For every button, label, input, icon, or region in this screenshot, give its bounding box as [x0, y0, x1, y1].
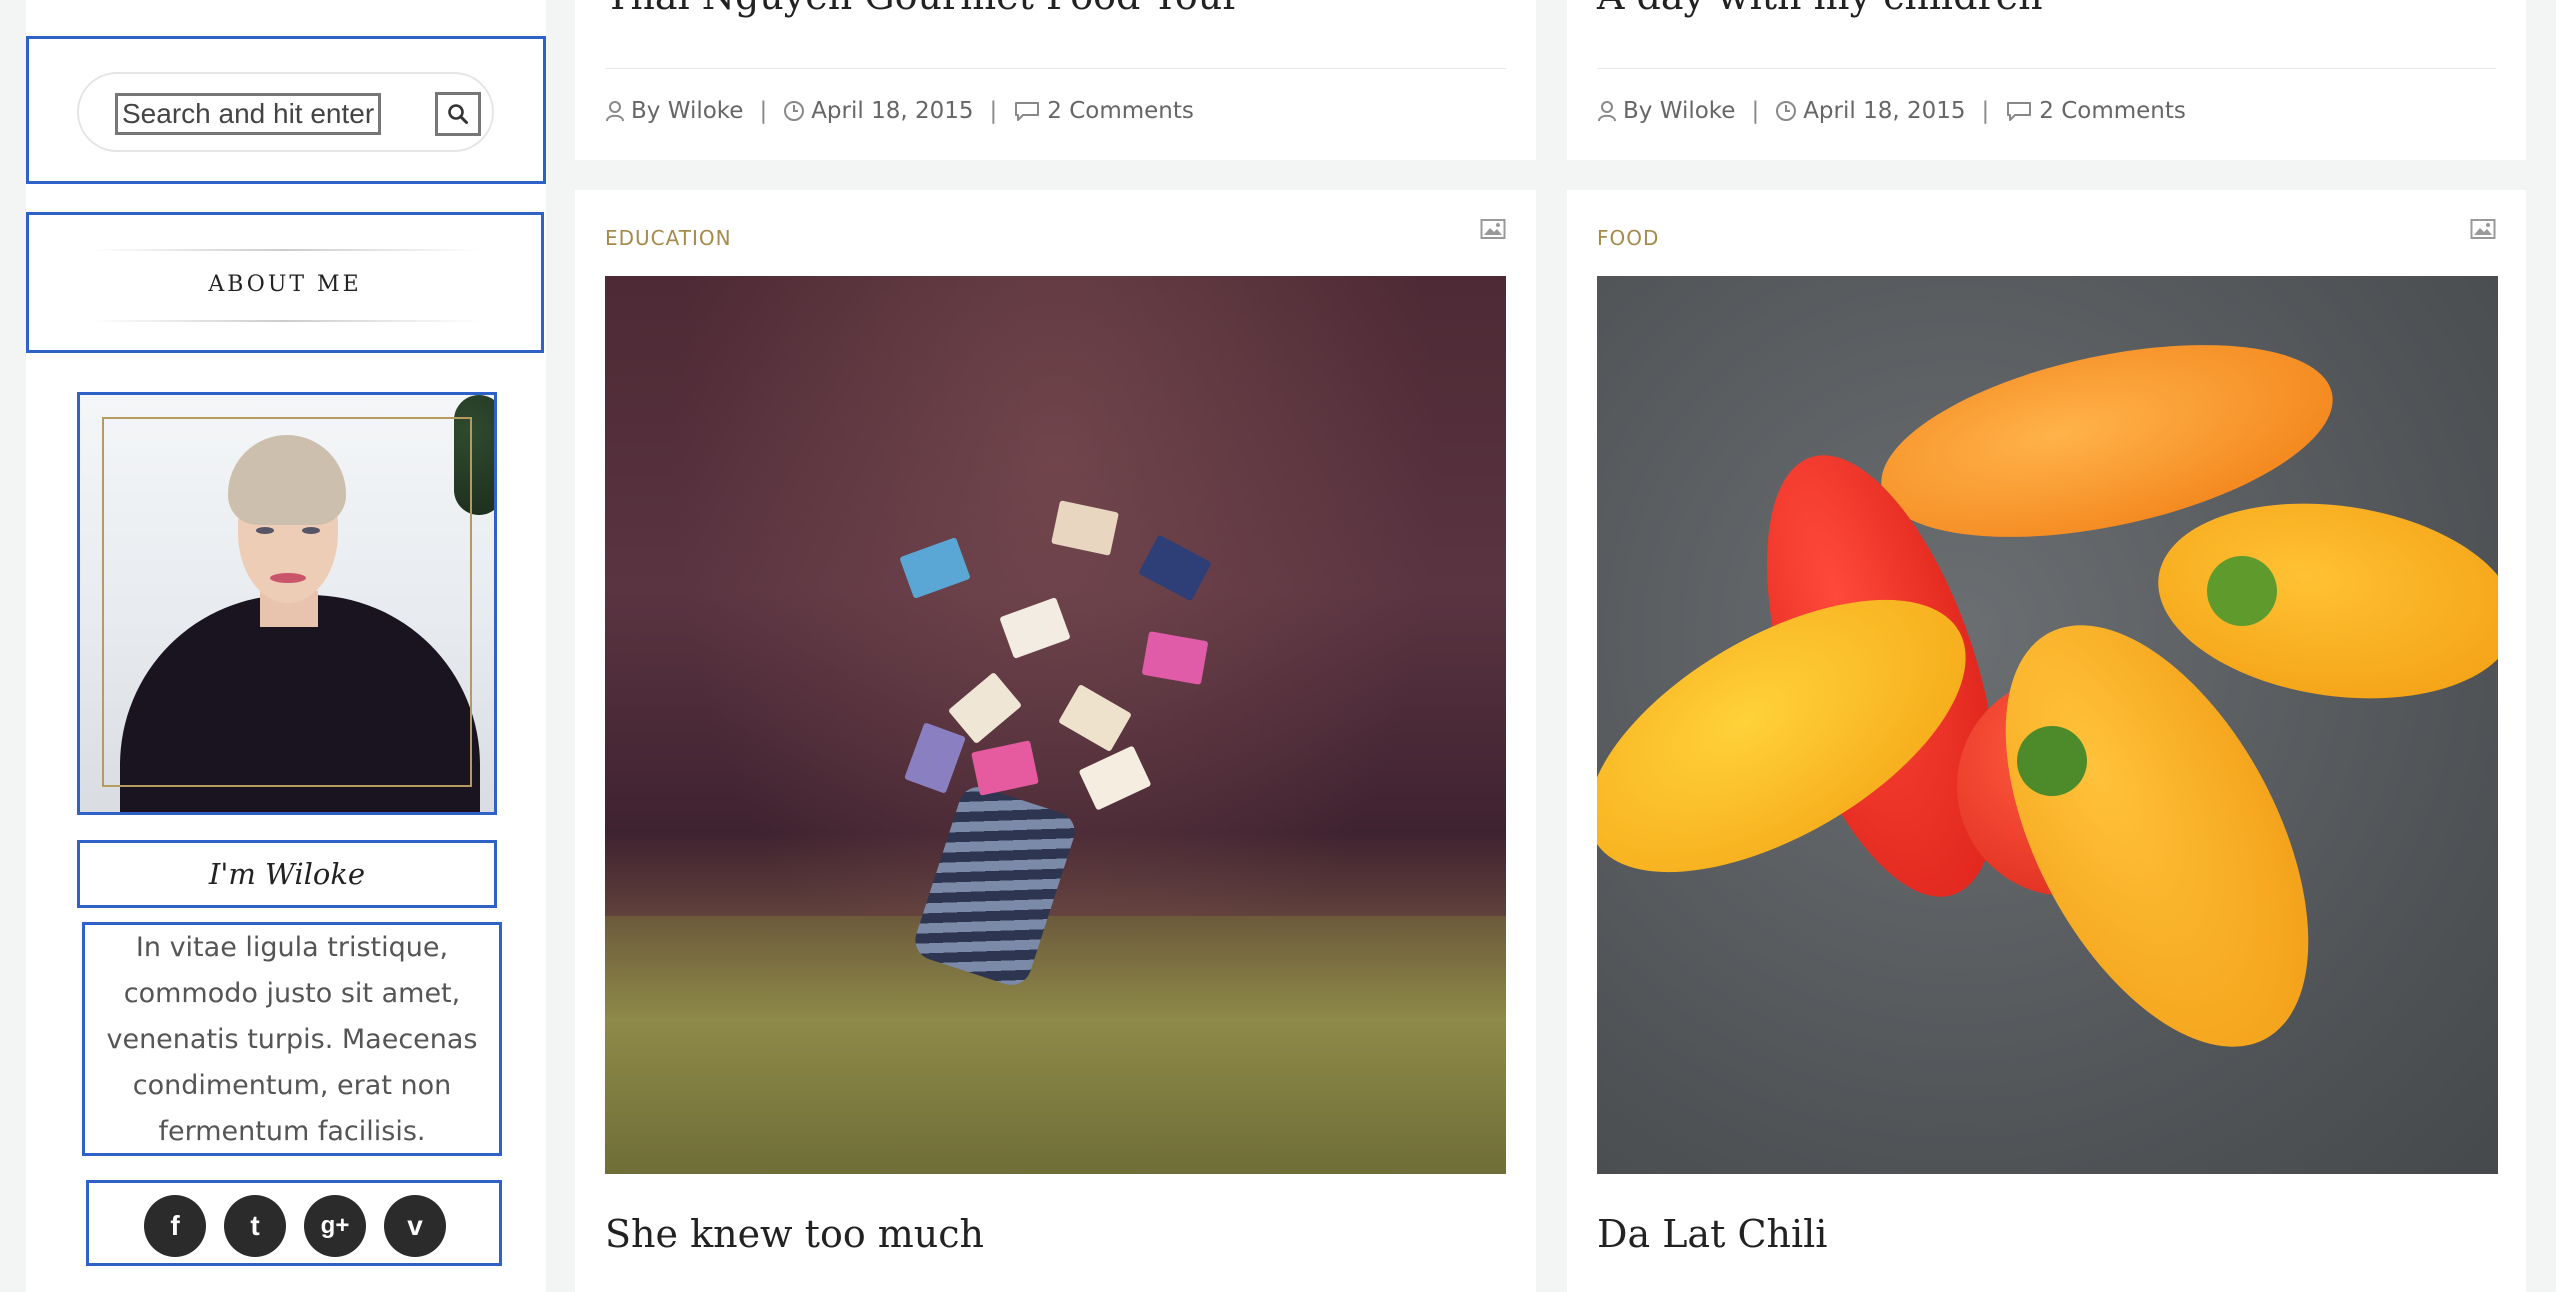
search-button[interactable] — [435, 92, 481, 136]
post-comments[interactable]: 2 Comments — [1047, 98, 1194, 124]
sidebar: ABOUT ME I'm Wiloke In vitae ligula tris… — [26, 0, 546, 1292]
post-card: Thai Nguyen Gourmet Food Tour By Wiloke … — [575, 0, 1536, 160]
search-form — [77, 72, 494, 152]
profile-name: I'm Wiloke — [208, 857, 366, 891]
search-input[interactable] — [115, 93, 381, 135]
divider — [1597, 68, 2496, 69]
comment-icon — [2007, 102, 2032, 121]
clock-icon — [1776, 101, 1797, 121]
profile-bio-box: In vitae ligula tristique, commodo justo… — [82, 922, 502, 1156]
post-card: EDUCATION She knew too much — [575, 190, 1536, 1292]
post-thumbnail[interactable] — [1597, 276, 2498, 1174]
post-meta: By Wiloke | April 18, 2015 | 2 Comments — [605, 98, 1194, 124]
post-title[interactable]: A day with my children — [1597, 0, 2043, 18]
google-plus-button[interactable]: g+ — [304, 1195, 366, 1257]
post-author[interactable]: By Wiloke — [1623, 98, 1735, 124]
vimeo-button[interactable]: v — [384, 1195, 446, 1257]
user-icon — [606, 101, 624, 122]
post-author[interactable]: By Wiloke — [631, 98, 743, 124]
profile-photo — [77, 392, 497, 815]
post-title[interactable]: She knew too much — [605, 1212, 984, 1256]
post-comments[interactable]: 2 Comments — [2039, 98, 2186, 124]
post-date: April 18, 2015 — [811, 98, 974, 124]
vimeo-icon: v — [407, 1210, 423, 1241]
post-title[interactable]: Thai Nguyen Gourmet Food Tour — [605, 0, 1240, 18]
post-thumbnail[interactable] — [605, 276, 1506, 1174]
user-icon — [1598, 101, 1616, 122]
post-date: April 18, 2015 — [1803, 98, 1966, 124]
profile-bio: In vitae ligula tristique, commodo justo… — [106, 932, 478, 1147]
image-format-icon — [1480, 219, 1506, 239]
widget-title: ABOUT ME — [208, 272, 362, 297]
image-format-icon — [2470, 219, 2496, 239]
post-card: A day with my children By Wiloke | April… — [1567, 0, 2526, 160]
twitter-icon: t — [250, 1210, 260, 1241]
search-widget — [26, 36, 546, 184]
divider — [89, 320, 481, 322]
post-meta: By Wiloke | April 18, 2015 | 2 Comments — [1597, 98, 2186, 124]
search-icon — [448, 104, 468, 124]
photo-frame — [102, 417, 472, 787]
post-title[interactable]: Da Lat Chili — [1597, 1212, 1827, 1256]
divider — [605, 68, 1506, 69]
profile-name-box: I'm Wiloke — [77, 840, 497, 908]
post-category[interactable]: EDUCATION — [605, 226, 732, 250]
comment-icon — [1015, 102, 1040, 121]
post-category[interactable]: FOOD — [1597, 226, 1659, 250]
facebook-icon: f — [170, 1210, 180, 1241]
twitter-button[interactable]: t — [224, 1195, 286, 1257]
about-me-widget: ABOUT ME — [26, 212, 544, 353]
google-plus-icon: g+ — [320, 1212, 350, 1239]
social-links: f t g+ v — [86, 1180, 502, 1266]
facebook-button[interactable]: f — [144, 1195, 206, 1257]
post-card: FOOD Da Lat Chili — [1567, 190, 2526, 1292]
divider — [89, 249, 481, 251]
clock-icon — [784, 101, 805, 121]
